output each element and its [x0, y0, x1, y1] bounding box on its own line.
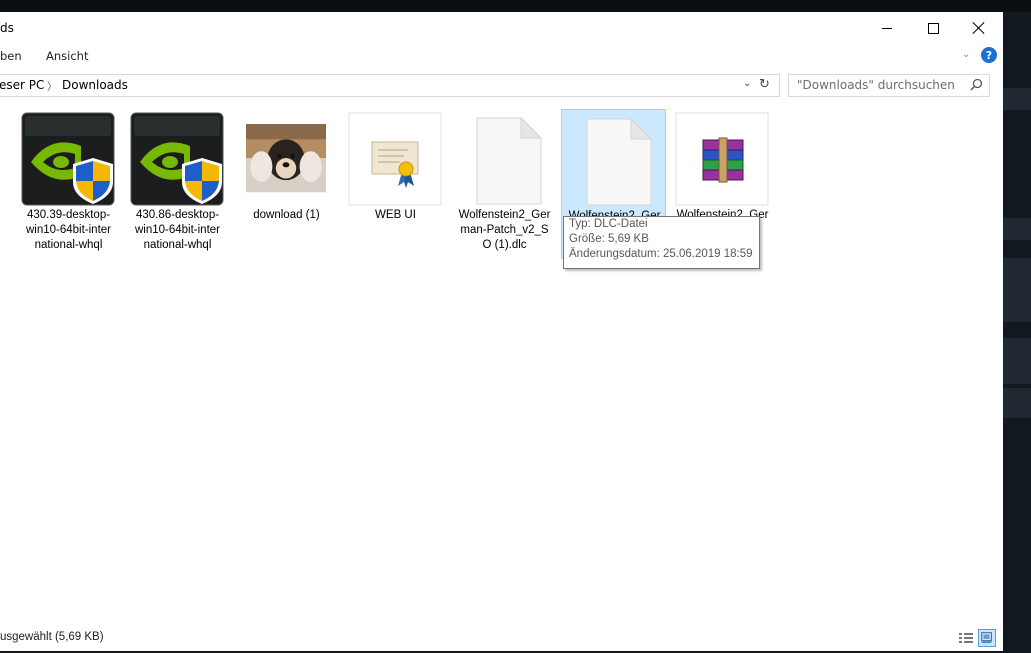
close-button[interactable]	[956, 12, 1002, 44]
refresh-icon[interactable]: ↻	[759, 77, 770, 92]
tab-ansicht[interactable]: Ansicht	[46, 49, 88, 63]
tooltip-size: Größe: 5,69 KB	[569, 233, 649, 245]
tooltip-modified: Änderungsdatum: 25.06.2019 18:59	[569, 248, 753, 260]
minimize-icon	[882, 27, 892, 29]
close-icon	[973, 22, 985, 34]
maximize-icon	[927, 22, 939, 34]
file-item[interactable]: Wolfenstein2_Ger man-Patch_v2_S O (1).dl…	[452, 109, 557, 259]
file-info-tooltip: Typ: DLC-Datei Größe: 5,69 KB Änderungsd…	[563, 216, 760, 269]
tooltip-type: Typ: DLC-Datei	[569, 218, 648, 230]
winrar-archive-icon	[675, 112, 769, 206]
file-view: 430.39-desktop- win10-64bit-inter nation…	[0, 100, 1003, 620]
maximize-button[interactable]	[910, 12, 956, 44]
image-thumbnail-dog	[246, 124, 326, 193]
status-bar: usgewählt (5,69 KB)	[0, 626, 1003, 651]
search-input[interactable]: "Downloads" durchsuchen	[788, 74, 990, 97]
blank-file-icon	[476, 116, 543, 205]
address-history-dropdown-icon[interactable]: ⌄	[743, 78, 751, 89]
file-item[interactable]: download (1)	[234, 109, 339, 259]
details-view-icon[interactable]	[957, 629, 975, 647]
search-icon[interactable]	[970, 78, 983, 91]
file-label: download (1)	[253, 209, 320, 221]
breadcrumb-this-pc[interactable]: eser PC	[0, 78, 44, 92]
address-bar[interactable]: eser PC 〉 Downloads ⌄ ↻	[0, 74, 780, 97]
certificate-icon	[348, 112, 442, 206]
breadcrumb-downloads[interactable]: Downloads	[62, 78, 128, 92]
breadcrumb-separator-icon[interactable]: 〉	[47, 78, 57, 93]
address-row: eser PC 〉 Downloads ⌄ ↻ "Downloads" durc…	[0, 74, 1003, 99]
file-item[interactable]: 430.86-desktop- win10-64bit-inter nation…	[125, 109, 230, 259]
file-item[interactable]: WEB UI	[343, 109, 448, 259]
desktop-background-top	[0, 0, 1031, 12]
large-icons-view-icon[interactable]	[978, 629, 996, 647]
file-item[interactable]: 430.39-desktop- win10-64bit-inter nation…	[16, 109, 121, 259]
blank-file-icon	[586, 117, 653, 206]
file-label: Wolfenstein2_Ger man-Patch_v2_S O (1).dl…	[458, 209, 551, 251]
ribbon-expand-chevron-icon[interactable]: ⌄	[962, 49, 970, 60]
file-explorer-window: ds ben Ansicht ⌄ ? eser PC 〉 Downloads ⌄…	[0, 12, 1003, 651]
status-selection: usgewählt (5,69 KB)	[0, 631, 104, 643]
tab-view-partial[interactable]: ben	[0, 49, 22, 63]
ribbon-tabs: ben Ansicht ⌄ ?	[0, 44, 1003, 68]
file-label: 430.86-desktop- win10-64bit-inter nation…	[134, 209, 220, 251]
search-placeholder: "Downloads" durchsuchen	[797, 78, 955, 92]
nvidia-installer-icon	[21, 112, 115, 206]
desktop-background-right	[1003, 12, 1031, 653]
help-icon[interactable]: ?	[981, 47, 997, 63]
file-label: 430.39-desktop- win10-64bit-inter nation…	[25, 209, 111, 251]
title-bar: ds	[0, 12, 1003, 44]
minimize-button[interactable]	[864, 12, 910, 44]
nvidia-installer-icon	[130, 112, 224, 206]
window-title: ds	[0, 21, 14, 35]
file-label: WEB UI	[375, 209, 416, 221]
